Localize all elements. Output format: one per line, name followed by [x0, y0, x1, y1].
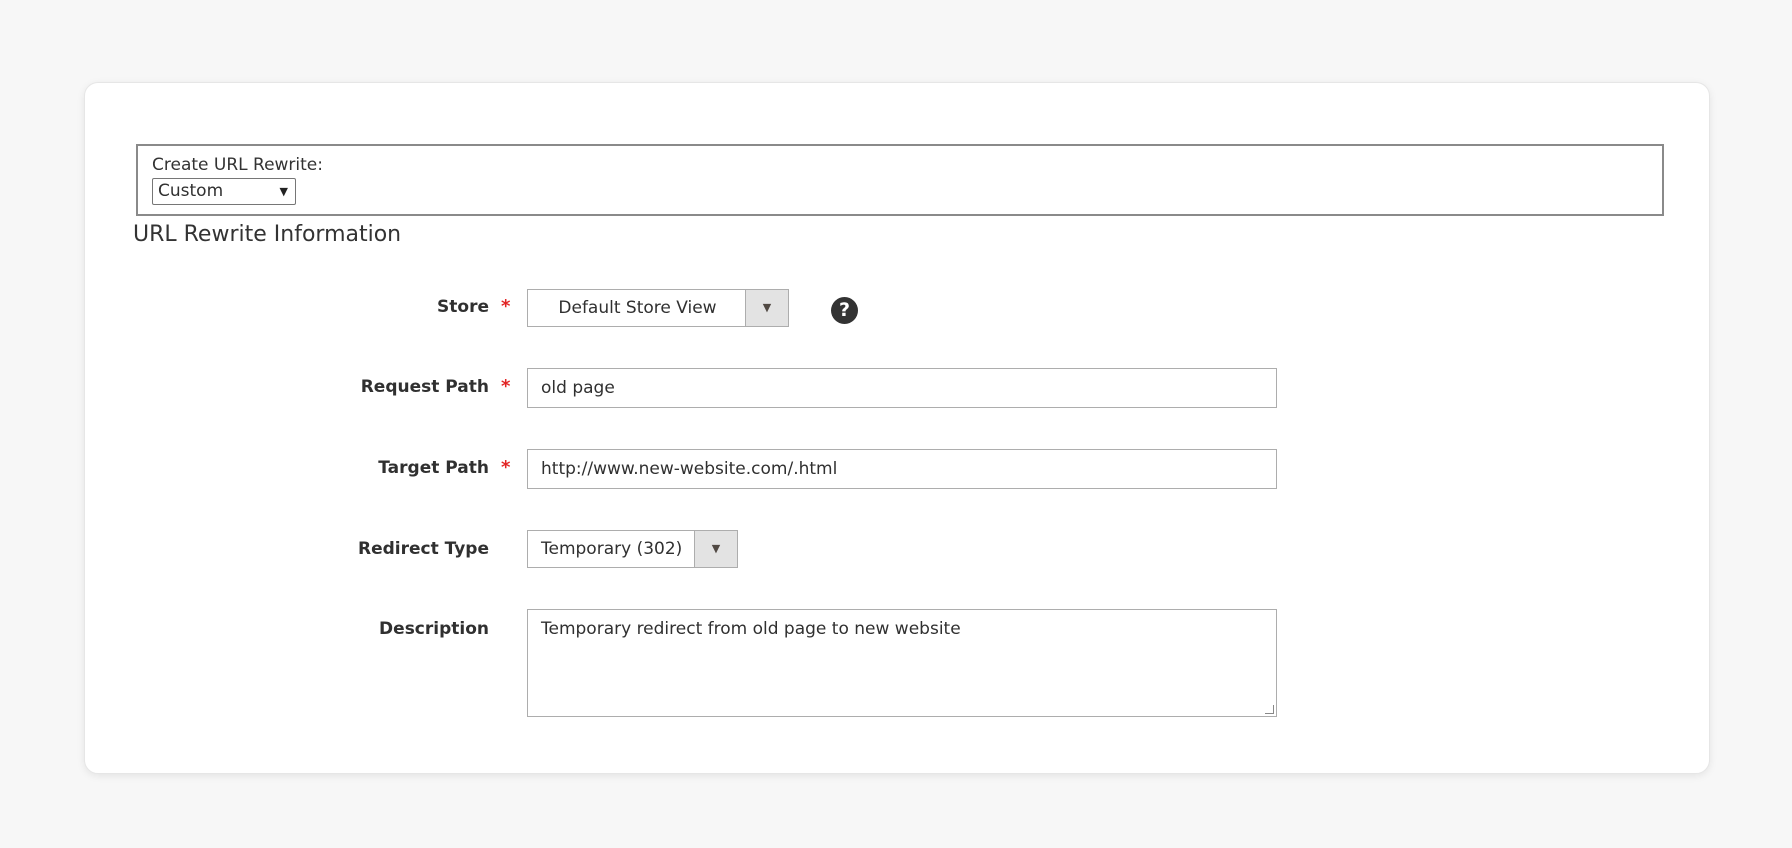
store-select[interactable]: Default Store View ▼ [527, 289, 789, 327]
store-label: Store [437, 297, 489, 317]
request-path-input[interactable]: old page [527, 368, 1277, 408]
section-title: URL Rewrite Information [133, 222, 402, 247]
create-url-rewrite-box: Create URL Rewrite: Custom ▼ [136, 144, 1664, 216]
redirect-type-select-value: Temporary (302) [541, 539, 683, 559]
redirect-type-select[interactable]: Temporary (302) ▼ [527, 530, 738, 568]
request-path-label: Request Path [360, 377, 489, 397]
target-path-required-mark: * [501, 457, 511, 478]
redirect-type-label: Redirect Type [357, 539, 489, 559]
create-url-rewrite-value: Custom [158, 181, 224, 201]
store-select-value: Default Store View [558, 298, 717, 318]
help-icon[interactable]: ? [831, 297, 858, 324]
create-url-rewrite-label: Create URL Rewrite: [152, 155, 323, 175]
description-textarea[interactable]: Temporary redirect from old page to new … [527, 609, 1277, 717]
target-path-input[interactable]: http://www.new-website.com/.html [527, 449, 1277, 489]
target-path-label: Target Path [378, 458, 489, 478]
request-path-required-mark: * [501, 376, 511, 397]
url-rewrite-card: Create URL Rewrite: Custom ▼ URL Rewrite… [84, 82, 1710, 774]
dropdown-arrow-icon: ▼ [279, 185, 288, 198]
chevron-down-icon: ▼ [694, 531, 737, 567]
description-label: Description [379, 619, 489, 639]
store-required-mark: * [501, 296, 511, 317]
chevron-down-icon: ▼ [745, 290, 788, 326]
resize-grip-icon[interactable] [1265, 705, 1274, 714]
description-text: Temporary redirect from old page to new … [541, 619, 961, 639]
create-url-rewrite-select[interactable]: Custom ▼ [152, 178, 296, 205]
